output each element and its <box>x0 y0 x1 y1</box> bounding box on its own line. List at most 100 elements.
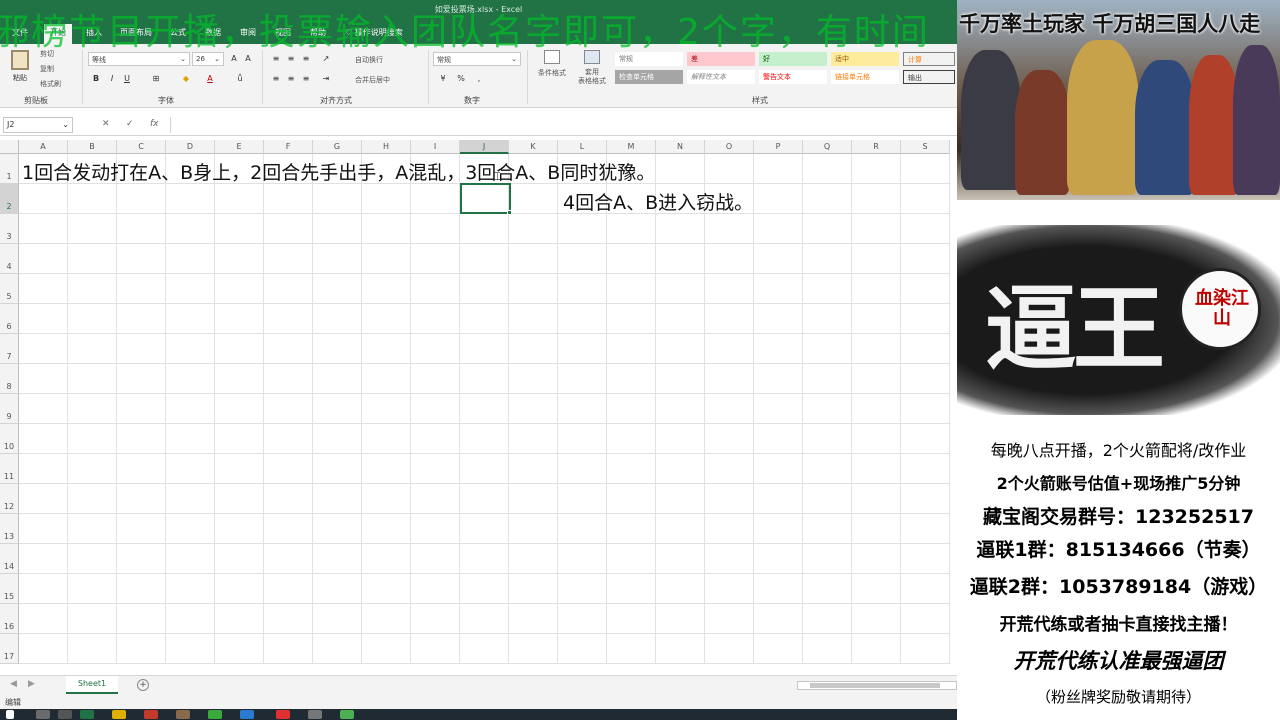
font-size-select[interactable]: 26 ⌄ <box>192 52 224 66</box>
copy-button[interactable]: 复制 <box>40 64 54 74</box>
column-header-c[interactable]: C <box>117 140 166 154</box>
search-icon[interactable] <box>36 710 50 719</box>
cut-button[interactable]: 剪切 <box>40 49 54 59</box>
align-middle-icon[interactable]: ≡ <box>285 53 297 65</box>
align-right-icon[interactable]: ≡ <box>300 73 312 85</box>
excel-app-icon[interactable] <box>80 710 94 719</box>
format-as-table-button[interactable]: 套用 表格格式 <box>574 50 610 90</box>
wechat-icon[interactable] <box>208 710 222 719</box>
style-warning[interactable]: 警告文本 <box>759 70 827 84</box>
font-color-icon[interactable]: A <box>204 73 216 85</box>
style-good[interactable]: 好 <box>759 52 827 66</box>
active-cell-j2[interactable] <box>460 183 511 214</box>
column-header-h[interactable]: H <box>362 140 411 154</box>
orientation-icon[interactable]: ↗ <box>320 53 332 65</box>
decrease-font-icon[interactable]: A <box>242 53 254 65</box>
row-header-17[interactable]: 17 <box>0 634 19 664</box>
cancel-icon[interactable]: ✕ <box>102 119 110 129</box>
align-center-icon[interactable]: ≡ <box>285 73 297 85</box>
scrollbar-thumb[interactable] <box>810 683 940 688</box>
tab-page-layout[interactable]: 页面布局 <box>120 27 152 38</box>
indent-icon[interactable]: ⇥ <box>320 73 332 85</box>
column-header-l[interactable]: L <box>558 140 607 154</box>
tell-me-search[interactable]: ♡ 操作说明搜索 <box>345 27 403 38</box>
comma-icon[interactable]: , <box>473 73 485 85</box>
column-header-r[interactable]: R <box>852 140 901 154</box>
sheet-tab-sheet1[interactable]: Sheet1 <box>66 676 118 694</box>
row-header-3[interactable]: 3 <box>0 214 19 244</box>
tab-data[interactable]: 数据 <box>205 27 221 38</box>
app-icon[interactable] <box>276 710 290 719</box>
row-header-2[interactable]: 2 <box>0 184 19 214</box>
enter-icon[interactable]: ✓ <box>126 119 134 129</box>
row-header-12[interactable]: 12 <box>0 484 19 514</box>
row-header-5[interactable]: 5 <box>0 274 19 304</box>
cell-a1[interactable]: 1回合发动打在A、B身上，2回合先手出手，A混乱，3回合A、B同时犹豫。 <box>22 158 655 185</box>
tab-home[interactable]: 开始 <box>44 24 72 44</box>
paste-button[interactable]: 粘贴 <box>8 50 32 90</box>
horizontal-scrollbar[interactable] <box>797 681 957 690</box>
conditional-format-button[interactable]: 条件格式 <box>533 50 571 90</box>
merge-center-button[interactable]: 合并后居中 <box>355 75 390 85</box>
row-header-8[interactable]: 8 <box>0 364 19 394</box>
column-header-n[interactable]: N <box>656 140 705 154</box>
select-all-corner[interactable] <box>0 140 19 154</box>
column-header-g[interactable]: G <box>313 140 362 154</box>
row-header-14[interactable]: 14 <box>0 544 19 574</box>
row-header-6[interactable]: 6 <box>0 304 19 334</box>
style-linked-cell[interactable]: 链接单元格 <box>831 70 899 84</box>
tab-review[interactable]: 审阅 <box>240 27 256 38</box>
row-header-16[interactable]: 16 <box>0 604 19 634</box>
align-top-icon[interactable]: ≡ <box>270 53 282 65</box>
column-header-p[interactable]: P <box>754 140 803 154</box>
worksheet-grid[interactable]: ABCDEFGHIJKLMNOPQRS 1 2 3 4 5 6 7 8 9 10 11 12 13 14 1… <box>0 140 957 675</box>
wrap-text-button[interactable]: 自动换行 <box>355 55 383 65</box>
app-icon[interactable] <box>308 710 322 719</box>
style-calculation[interactable]: 计算 <box>903 52 955 66</box>
row-header-7[interactable]: 7 <box>0 334 19 364</box>
tab-formulas[interactable]: 公式 <box>170 27 186 38</box>
row-header-9[interactable]: 9 <box>0 394 19 424</box>
style-neutral[interactable]: 适中 <box>831 52 899 66</box>
align-bottom-icon[interactable]: ≡ <box>300 53 312 65</box>
row-header-4[interactable]: 4 <box>0 244 19 274</box>
style-output[interactable]: 输出 <box>903 70 955 84</box>
bold-button[interactable]: B <box>90 73 102 85</box>
style-normal[interactable]: 常规 <box>615 52 683 66</box>
column-header-f[interactable]: F <box>264 140 313 154</box>
column-header-a[interactable]: A <box>19 140 68 154</box>
style-explanatory[interactable]: 解释性文本 <box>687 70 755 84</box>
border-icon[interactable]: ⊞ <box>150 73 162 85</box>
increase-font-icon[interactable]: A <box>228 53 240 65</box>
style-check-cell[interactable]: 检查单元格 <box>615 70 683 84</box>
app-icon[interactable] <box>176 710 190 719</box>
percent-icon[interactable]: % <box>455 73 467 85</box>
format-painter-button[interactable]: 格式刷 <box>40 79 61 89</box>
currency-icon[interactable]: ¥ <box>437 73 449 85</box>
row-header-1[interactable]: 1 <box>0 154 19 184</box>
start-icon[interactable] <box>6 710 14 719</box>
cell-l2[interactable]: 4回合A、B进入窃战。 <box>563 188 753 215</box>
browser-icon[interactable] <box>340 710 354 719</box>
row-header-15[interactable]: 15 <box>0 574 19 604</box>
column-header-j[interactable]: J <box>460 140 509 154</box>
font-name-select[interactable]: 等线 ⌄ <box>88 52 190 66</box>
sheet-nav-prev-icon[interactable]: ◀ <box>10 679 17 689</box>
tab-insert[interactable]: 插入 <box>86 27 102 38</box>
column-header-d[interactable]: D <box>166 140 215 154</box>
style-bad[interactable]: 差 <box>687 52 755 66</box>
tab-file[interactable]: 文件 <box>12 27 28 38</box>
insert-function-icon[interactable]: fx <box>150 119 159 129</box>
folder-icon[interactable] <box>112 710 126 719</box>
number-format-select[interactable]: 常规 ⌄ <box>433 52 521 66</box>
sheet-nav-next-icon[interactable]: ▶ <box>28 679 35 689</box>
name-box[interactable]: J2 ⌄ <box>3 117 73 133</box>
column-header-m[interactable]: M <box>607 140 656 154</box>
column-header-i[interactable]: I <box>411 140 460 154</box>
column-header-b[interactable]: B <box>68 140 117 154</box>
fill-handle[interactable] <box>507 210 512 215</box>
row-header-10[interactable]: 10 <box>0 424 19 454</box>
column-header-k[interactable]: K <box>509 140 558 154</box>
column-header-e[interactable]: E <box>215 140 264 154</box>
column-header-o[interactable]: O <box>705 140 754 154</box>
